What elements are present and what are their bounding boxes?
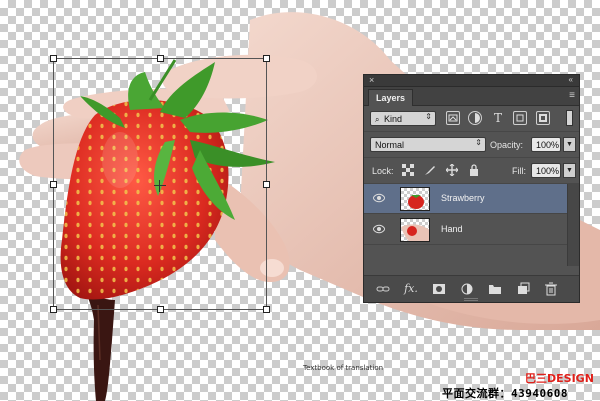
layer-thumbnail-strawberry	[400, 187, 430, 211]
layer-thumbnail-hand	[400, 218, 430, 242]
fill-dropdown-button[interactable]: ▼	[563, 163, 576, 178]
blend-mode-row: Normal ⇕ Opacity: 100% ▼	[364, 132, 579, 158]
lock-row: Lock: Fill: 100% ▼	[364, 158, 579, 184]
layer-row-strawberry[interactable]: Strawberry	[364, 184, 567, 214]
trash-icon[interactable]	[544, 282, 558, 296]
smart-object-filter-icon[interactable]	[536, 111, 550, 125]
fill-input[interactable]: 100%	[531, 163, 561, 178]
panel-collapse-icon[interactable]: «	[569, 75, 573, 84]
panel-tab-bar: Layers ≡	[364, 87, 579, 106]
transform-handle-bottom-left[interactable]	[50, 306, 57, 313]
caption-text: Textbook of translation	[303, 364, 384, 372]
shape-filter-icon[interactable]	[513, 111, 527, 125]
tab-layers[interactable]: Layers	[368, 89, 414, 106]
filter-toggle-icon[interactable]	[566, 110, 573, 126]
panel-footer: fx.	[364, 275, 579, 302]
transform-handle-top-right[interactable]	[263, 55, 270, 62]
layers-panel: × « Layers ≡ ⌕ Kind ⇕ T Normal ⇕ Opacity…	[363, 74, 580, 303]
adjustment-layer-icon[interactable]	[460, 282, 474, 296]
transform-handle-bottom-right[interactable]	[263, 306, 270, 313]
visibility-eye-icon[interactable]	[373, 193, 385, 203]
visibility-eye-icon[interactable]	[373, 224, 385, 234]
layer-filter-row: ⌕ Kind ⇕ T	[364, 106, 579, 132]
filter-kind-select[interactable]: ⌕ Kind ⇕	[370, 111, 436, 126]
link-layers-icon[interactable]	[376, 282, 390, 296]
qq-group-watermark: 平面交流群：43940608	[442, 387, 568, 400]
layer-list-scrollbar[interactable]	[567, 184, 579, 266]
panel-menu-icon[interactable]: ≡	[569, 90, 575, 101]
blend-mode-value: Normal	[375, 140, 405, 150]
free-transform-bounding-box[interactable]	[50, 55, 270, 313]
opacity-dropdown-button[interactable]: ▼	[563, 137, 576, 152]
opacity-input[interactable]: 100%	[531, 137, 561, 152]
transform-handle-top-center[interactable]	[157, 55, 164, 62]
fx-icon[interactable]: fx.	[404, 282, 418, 296]
panel-title-bar[interactable]: × «	[364, 75, 579, 87]
group-folder-icon[interactable]	[488, 282, 502, 296]
lock-label: Lock:	[372, 166, 394, 176]
search-icon: ⌕	[375, 115, 380, 124]
lock-transparent-pixels-icon[interactable]	[402, 164, 414, 176]
panel-close-icon[interactable]: ×	[369, 75, 374, 85]
lock-all-icon[interactable]	[468, 164, 480, 176]
lock-position-icon[interactable]	[445, 163, 459, 177]
type-filter-icon[interactable]: T	[491, 111, 505, 125]
select-arrows-icon: ⇕	[475, 138, 482, 147]
panel-resize-grip[interactable]	[464, 298, 478, 301]
transform-handle-bottom-center[interactable]	[157, 306, 164, 313]
opacity-label: Opacity:	[490, 140, 524, 150]
blend-mode-select[interactable]: Normal ⇕	[370, 137, 486, 152]
new-layer-icon[interactable]	[516, 282, 530, 296]
brand-watermark: 巴三DESIGN	[525, 372, 594, 385]
filter-kind-label: Kind	[384, 114, 403, 124]
adjustment-filter-icon[interactable]	[468, 111, 482, 125]
transform-reference-point-icon[interactable]	[154, 180, 166, 192]
image-filter-icon[interactable]	[446, 111, 460, 125]
layer-name[interactable]: Strawberry	[441, 193, 485, 203]
layer-row-hand[interactable]: Hand	[364, 215, 567, 245]
layer-name[interactable]: Hand	[441, 224, 463, 234]
lock-image-pixels-icon[interactable]	[424, 164, 436, 176]
transform-handle-middle-left[interactable]	[50, 181, 57, 188]
layer-mask-icon[interactable]	[432, 282, 446, 296]
transform-handle-top-left[interactable]	[50, 55, 57, 62]
layer-list: Strawberry Hand	[364, 184, 579, 266]
fill-label: Fill:	[512, 166, 526, 176]
transform-handle-middle-right[interactable]	[263, 181, 270, 188]
select-arrows-icon: ⇕	[425, 112, 432, 121]
